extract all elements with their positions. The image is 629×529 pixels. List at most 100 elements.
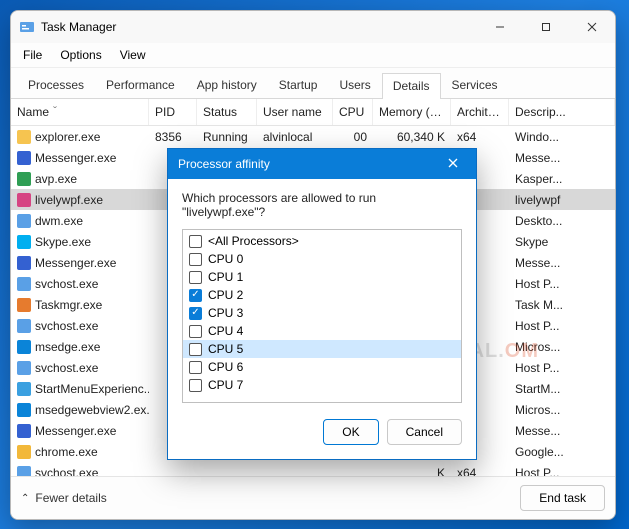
cpu-label: CPU 7 bbox=[208, 378, 243, 392]
cpu-label: CPU 0 bbox=[208, 252, 243, 266]
checkbox-icon[interactable] bbox=[189, 325, 202, 338]
dialog-titlebar: Processor affinity bbox=[168, 149, 476, 179]
col-pid[interactable]: PID bbox=[149, 99, 197, 125]
close-button[interactable] bbox=[569, 11, 615, 43]
cpu-label: CPU 4 bbox=[208, 324, 243, 338]
ok-button[interactable]: OK bbox=[323, 419, 378, 445]
process-icon bbox=[17, 403, 31, 417]
process-icon bbox=[17, 424, 31, 438]
cpu-checkbox-item[interactable]: CPU 1 bbox=[183, 268, 461, 286]
tab-details[interactable]: Details bbox=[382, 73, 441, 99]
process-name: svchost.exe bbox=[35, 466, 98, 477]
process-desc: Messe... bbox=[509, 424, 615, 438]
table-row[interactable]: explorer.exe8356Runningalvinlocal0060,34… bbox=[11, 126, 615, 147]
col-user[interactable]: User name bbox=[257, 99, 333, 125]
process-name: svchost.exe bbox=[35, 361, 98, 375]
process-icon bbox=[17, 277, 31, 291]
cpu-checkbox-item[interactable]: CPU 6 bbox=[183, 358, 461, 376]
col-status[interactable]: Status bbox=[197, 99, 257, 125]
cpu-checkbox-item[interactable]: CPU 0 bbox=[183, 250, 461, 268]
process-icon bbox=[17, 235, 31, 249]
checkbox-icon[interactable] bbox=[189, 271, 202, 284]
cpu-checkbox-item[interactable]: <All Processors> bbox=[183, 232, 461, 250]
col-arch[interactable]: Archite... bbox=[451, 99, 509, 125]
process-name: explorer.exe bbox=[35, 130, 100, 144]
process-icon bbox=[17, 382, 31, 396]
cpu-list[interactable]: <All Processors> CPU 0 CPU 1 CPU 2 CPU 3 CPU … bbox=[182, 229, 462, 403]
tab-processes[interactable]: Processes bbox=[17, 72, 95, 98]
tab-startup[interactable]: Startup bbox=[268, 72, 329, 98]
process-arch: x64 bbox=[451, 466, 509, 477]
menu-options[interactable]: Options bbox=[52, 45, 109, 65]
checkbox-icon[interactable] bbox=[189, 343, 202, 356]
cancel-button[interactable]: Cancel bbox=[387, 419, 462, 445]
checkbox-icon[interactable] bbox=[189, 235, 202, 248]
cpu-checkbox-item[interactable]: CPU 5 bbox=[183, 340, 461, 358]
process-desc: Deskto... bbox=[509, 214, 615, 228]
checkbox-icon[interactable] bbox=[189, 307, 202, 320]
process-name: StartMenuExperienc... bbox=[35, 382, 149, 396]
process-desc: Kasper... bbox=[509, 172, 615, 186]
footer: ⌃ Fewer details End task bbox=[11, 476, 615, 519]
process-name: Taskmgr.exe bbox=[35, 298, 102, 312]
titlebar: Task Manager bbox=[11, 11, 615, 43]
process-name: Messenger.exe bbox=[35, 256, 116, 270]
tab-performance[interactable]: Performance bbox=[95, 72, 186, 98]
process-mem: K bbox=[373, 466, 451, 477]
cpu-checkbox-item[interactable]: CPU 2 bbox=[183, 286, 461, 304]
process-icon bbox=[17, 298, 31, 312]
tab-bar: Processes Performance App history Startu… bbox=[11, 68, 615, 99]
process-desc: Host P... bbox=[509, 466, 615, 477]
process-icon bbox=[17, 445, 31, 459]
cpu-checkbox-item[interactable]: CPU 7 bbox=[183, 376, 461, 394]
table-row[interactable]: svchost.exe Kx64Host P... bbox=[11, 462, 615, 476]
menubar: File Options View bbox=[11, 43, 615, 68]
dialog-close-button[interactable] bbox=[440, 157, 466, 171]
col-name[interactable]: Name ˇ bbox=[11, 99, 149, 125]
process-name: avp.exe bbox=[35, 172, 77, 186]
process-desc: Skype bbox=[509, 235, 615, 249]
app-icon bbox=[19, 19, 35, 35]
minimize-button[interactable] bbox=[477, 11, 523, 43]
cpu-label: CPU 1 bbox=[208, 270, 243, 284]
cpu-checkbox-item[interactable]: CPU 4 bbox=[183, 322, 461, 340]
process-name: chrome.exe bbox=[35, 445, 98, 459]
tab-services[interactable]: Services bbox=[441, 72, 509, 98]
checkbox-icon[interactable] bbox=[189, 361, 202, 374]
process-name: msedgewebview2.ex... bbox=[35, 403, 149, 417]
checkbox-icon[interactable] bbox=[189, 289, 202, 302]
fewer-details-label: Fewer details bbox=[35, 491, 106, 505]
process-desc: Micros... bbox=[509, 403, 615, 417]
col-desc[interactable]: Descrip... bbox=[509, 99, 615, 125]
process-icon bbox=[17, 466, 31, 477]
end-task-button[interactable]: End task bbox=[520, 485, 605, 511]
process-name: livelywpf.exe bbox=[35, 193, 103, 207]
process-mem: 60,340 K bbox=[373, 130, 451, 144]
process-desc: Windo... bbox=[509, 130, 615, 144]
process-icon bbox=[17, 193, 31, 207]
col-cpu[interactable]: CPU bbox=[333, 99, 373, 125]
process-desc: Messe... bbox=[509, 151, 615, 165]
process-desc: Host P... bbox=[509, 361, 615, 375]
menu-file[interactable]: File bbox=[15, 45, 50, 65]
cpu-checkbox-item[interactable]: CPU 3 bbox=[183, 304, 461, 322]
process-arch: x64 bbox=[451, 130, 509, 144]
process-name: msedge.exe bbox=[35, 340, 100, 354]
menu-view[interactable]: View bbox=[112, 45, 154, 65]
dialog-question: Which processors are allowed to run "liv… bbox=[182, 191, 462, 219]
col-mem[interactable]: Memory (a... bbox=[373, 99, 451, 125]
process-desc: livelywpf bbox=[509, 193, 615, 207]
fewer-details-button[interactable]: ⌃ Fewer details bbox=[21, 491, 107, 505]
checkbox-icon[interactable] bbox=[189, 379, 202, 392]
process-desc: Host P... bbox=[509, 319, 615, 333]
process-name: Messenger.exe bbox=[35, 151, 116, 165]
tab-app-history[interactable]: App history bbox=[186, 72, 268, 98]
dialog-title: Processor affinity bbox=[178, 157, 440, 171]
process-icon bbox=[17, 256, 31, 270]
process-icon bbox=[17, 214, 31, 228]
maximize-button[interactable] bbox=[523, 11, 569, 43]
tab-users[interactable]: Users bbox=[328, 72, 381, 98]
checkbox-icon[interactable] bbox=[189, 253, 202, 266]
cpu-label: CPU 2 bbox=[208, 288, 243, 302]
process-icon bbox=[17, 340, 31, 354]
